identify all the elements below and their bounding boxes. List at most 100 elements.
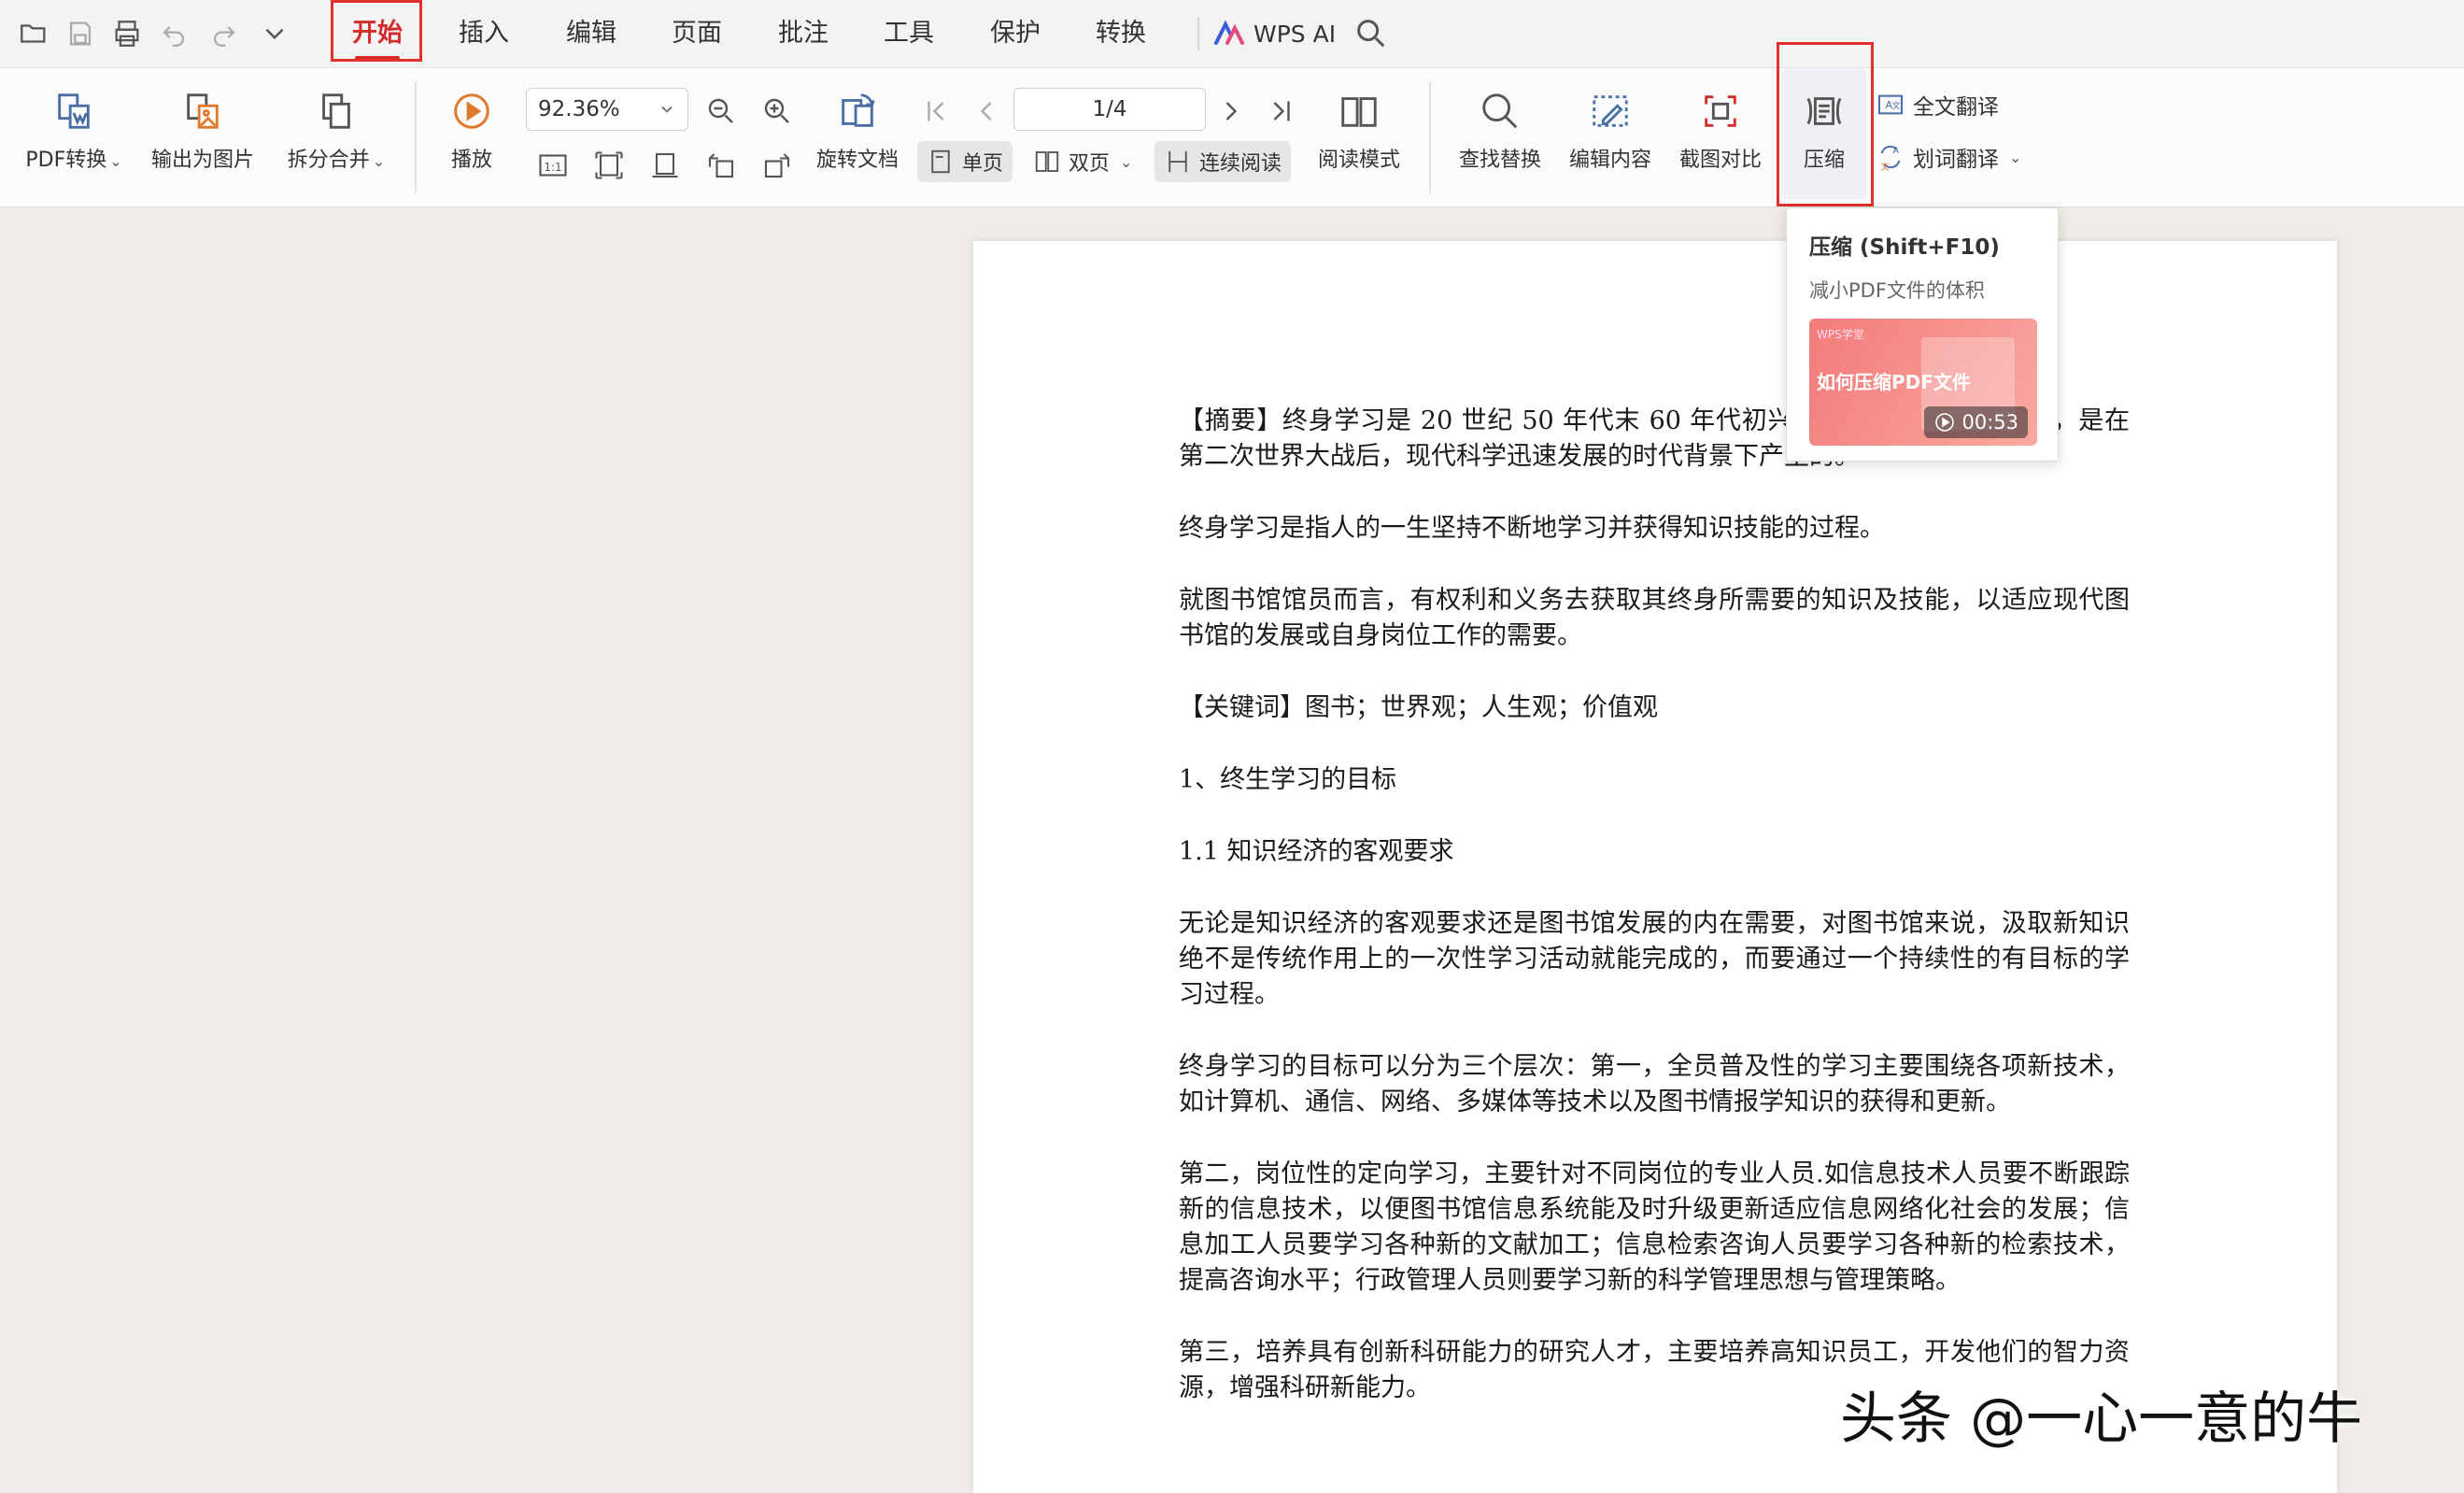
split-merge-button[interactable]: 拆分合并 ⌄ [276,68,396,199]
rotate-left-icon[interactable] [701,145,742,186]
wps-ai-button[interactable]: WPS AI [1214,0,1336,67]
librarian-paragraph: 就图书馆馆员而言，有权利和义务去获取其终身所需要的知识及技能，以适应现代图书馆的… [1179,586,2130,650]
pdf-convert-icon [58,93,90,129]
export-image-button[interactable]: 输出为图片 [142,68,263,199]
actual-size-icon[interactable]: 1:1 [532,145,574,186]
tab-start[interactable]: 开始 [333,0,422,67]
rotate-right-icon[interactable] [757,145,798,186]
page-number-input[interactable]: 1/4 [1013,88,1206,131]
export-image-icon [187,93,219,129]
wps-ai-label: WPS AI [1253,20,1337,48]
double-page-label: 双页 [1069,152,1111,176]
section-heading: 1、终生学习的目标 [1179,765,1397,794]
dropdown-caret-icon: ⌄ [2009,148,2022,166]
redo-icon[interactable] [204,13,245,54]
book-icon [1341,97,1377,127]
open-folder-icon[interactable] [13,13,54,54]
zoom-in-icon[interactable] [757,91,798,132]
search-icon[interactable] [1352,15,1390,52]
last-page-icon[interactable] [1261,91,1302,132]
compress-button[interactable]: 压缩 [1782,68,1866,199]
compress-tooltip: 压缩 (Shift+F10) 减小PDF文件的体积 WPS学堂 如何压缩PDF文… [1786,207,2059,462]
double-page-icon [1035,151,1059,172]
video-brand-label: WPS学堂 [1817,328,1864,341]
edit-content-button[interactable]: 编辑内容 [1562,68,1659,199]
menu-divider [1197,17,1199,50]
search-icon [1482,93,1518,129]
zoom-out-icon[interactable] [701,91,742,132]
rotate-document-button[interactable]: 旋转文档 [809,68,906,199]
menu-bar: 开始 插入 编辑 页面 批注 工具 保护 转换 WPS AI [0,0,2464,68]
keywords-paragraph: 【关键词】图书；世界观；人生观；价值观 [1179,693,1658,722]
tab-edit[interactable]: 编辑 [546,0,636,67]
tab-convert[interactable]: 转换 [1076,0,1166,67]
single-page-label: 单页 [962,152,1004,176]
rotate-document-label: 旋转文档 [815,149,899,172]
play-icon [454,93,489,129]
body-paragraph: 第二，岗位性的定向学习，主要针对不同岗位的专业人员.如信息技术人员要不断跟踪新的… [1179,1159,2130,1295]
tab-page[interactable]: 页面 [652,0,742,67]
word-translate-button[interactable]: 文A 划词翻译 ⌄ [1876,141,2021,173]
document-body: 【摘要】终身学习是 20 世纪 50 年代末 60 年代初兴起的一种国际教育思潮… [1179,404,2130,1443]
definition-paragraph: 终身学习是指人的一生坚持不断地学习并获得知识技能的过程。 [1179,514,1885,543]
tab-protect[interactable]: 保护 [970,0,1060,67]
tooltip-title: 压缩 (Shift+F10) [1809,235,2000,260]
video-duration: 00:53 [1961,411,2018,434]
previous-page-icon[interactable] [966,91,1007,132]
tab-insert[interactable]: 插入 [439,0,529,67]
tutorial-video-thumbnail[interactable]: WPS学堂 如何压缩PDF文件 00:53 [1809,319,2037,446]
body-paragraph: 终身学习的目标可以分为三个层次：第一，全员普及性的学习主要围绕各项新技术，如计算… [1179,1052,2130,1116]
undo-icon[interactable] [153,13,194,54]
pdf-convert-button[interactable]: PDF转换 ⌄ [13,68,135,199]
edit-content-label: 编辑内容 [1568,149,1651,172]
fit-width-icon[interactable] [644,145,686,186]
ribbon-divider [415,81,417,193]
find-replace-label: 查找替换 [1458,149,1541,172]
play-button[interactable]: 播放 [430,68,514,199]
double-page-toggle[interactable]: 双页 ⌄ [1024,141,1141,182]
play-label: 播放 [450,149,492,172]
dropdown-caret-icon: ⌄ [109,152,122,170]
dropdown-caret-icon: ⌄ [1120,152,1133,171]
zoom-select[interactable]: 92.36% [526,88,688,131]
play-circle-icon [1935,413,1955,432]
first-page-icon[interactable] [915,91,956,132]
watermark-text: 头条 @一心一意的牛 [1840,1386,2363,1452]
video-duration-badge: 00:53 [1924,406,2028,438]
single-page-toggle[interactable]: 单页 [917,141,1013,182]
tooltip-description: 减小PDF文件的体积 [1809,279,1985,302]
ribbon-divider [1429,81,1431,193]
word-translate-label: 划词翻译 [1913,148,1999,172]
word-translate-icon: 文A [1880,145,1901,172]
single-page-icon [931,149,950,174]
next-page-icon[interactable] [1211,91,1252,132]
tab-annotate[interactable]: 批注 [758,0,848,67]
find-replace-button[interactable]: 查找替换 [1451,68,1549,199]
continuous-read-icon [1168,150,1187,173]
chevron-down-icon[interactable] [254,13,295,54]
edit-content-icon [1593,95,1628,127]
svg-text:A: A [1893,146,1900,156]
fit-page-icon[interactable] [588,145,630,186]
print-icon[interactable] [106,13,148,54]
body-paragraph: 无论是知识经济的客观要求还是图书馆发展的内在需要，对图书馆来说，汲取新知识绝不是… [1179,909,2130,1009]
read-mode-label: 阅读模式 [1317,149,1400,172]
save-icon[interactable] [60,13,101,54]
video-title: 如何压缩PDF文件 [1817,371,1971,393]
dropdown-caret-icon: ⌄ [372,152,386,170]
zoom-value: 92.36% [538,97,620,121]
svg-text:文: 文 [1880,161,1889,172]
full-translate-button[interactable]: A文 全文翻译 [1876,89,1999,121]
svg-text:文: 文 [1891,100,1900,111]
read-mode-button[interactable]: 阅读模式 [1308,68,1410,199]
translate-icon: A文 [1878,94,1903,115]
rotate-document-icon [842,93,875,127]
compress-icon [1806,97,1842,125]
screenshot-compare-button[interactable]: 截图对比 [1672,68,1769,199]
chevron-down-icon [661,106,673,113]
export-image-label: 输出为图片 [150,149,254,172]
wps-ai-logo-icon [1214,21,1244,45]
page-number-value: 1/4 [1092,97,1127,121]
tab-tools[interactable]: 工具 [864,0,954,67]
continuous-read-toggle[interactable]: 连续阅读 [1154,141,1292,182]
